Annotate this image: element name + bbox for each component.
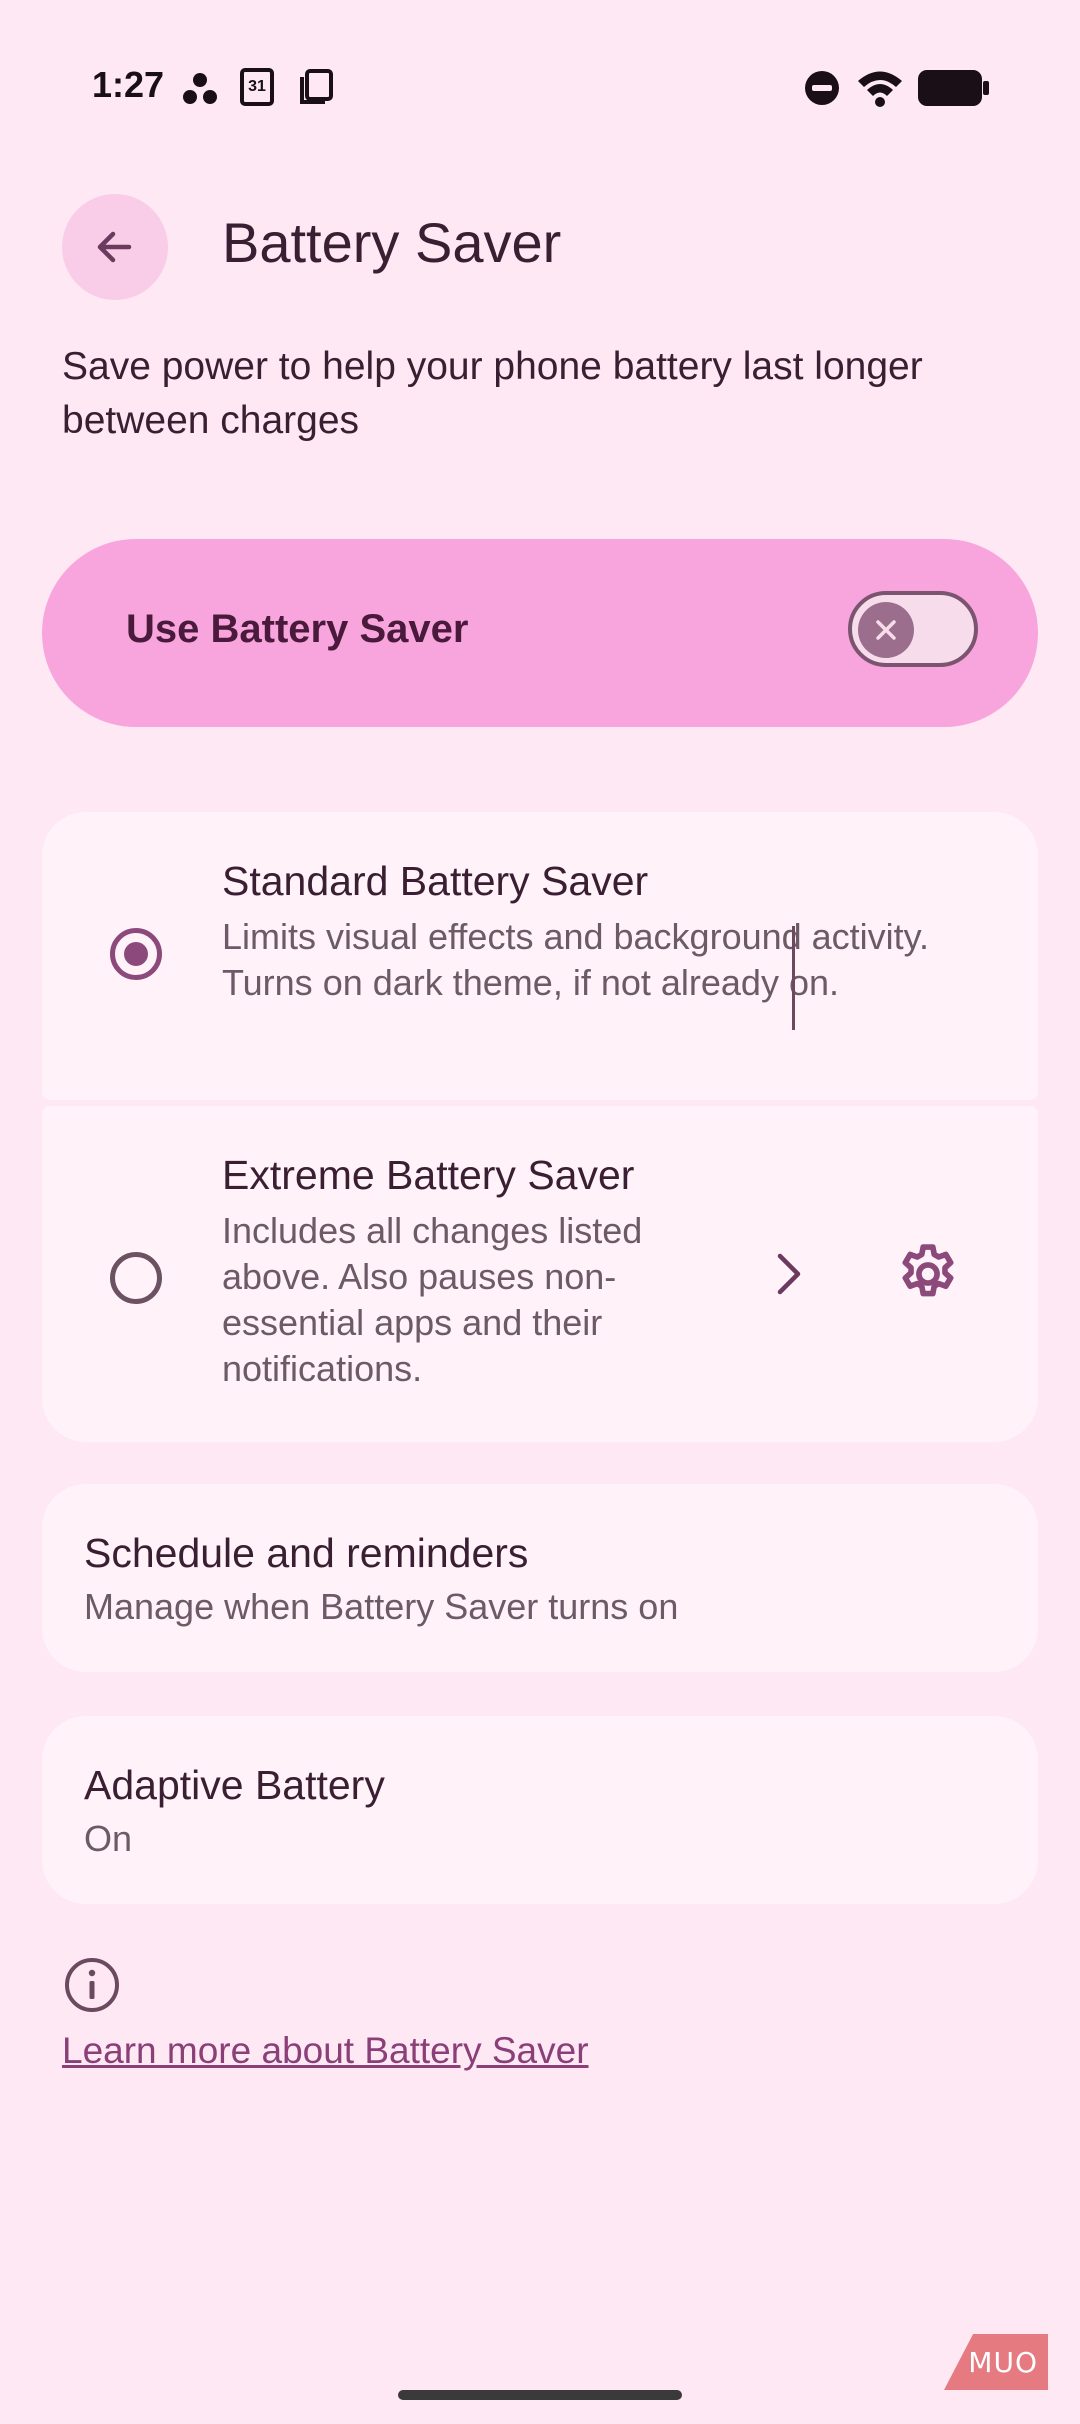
page-description: Save power to help your phone battery la…	[62, 345, 923, 442]
arrow-back-icon	[97, 231, 132, 263]
standard-battery-saver-option[interactable]: Standard Battery Saver Limits visual eff…	[42, 812, 1038, 1100]
schedule-subtitle: Manage when Battery Saver turns on	[84, 1586, 679, 1627]
battery-icon	[918, 70, 989, 106]
copy-icon	[300, 69, 333, 104]
extreme-title: Extreme Battery Saver	[222, 1152, 635, 1198]
use-battery-saver-toggle[interactable]: Use Battery Saver	[42, 539, 1038, 727]
close-icon	[876, 620, 896, 640]
extreme-radio-button[interactable]	[110, 1252, 162, 1304]
action-divider	[792, 926, 795, 1030]
learn-more-link[interactable]: Learn more about Battery Saver	[62, 2030, 589, 2072]
navigation-handle[interactable]	[398, 2390, 682, 2400]
do-not-disturb-icon	[805, 71, 839, 105]
standard-radio-button[interactable]	[110, 928, 162, 980]
extreme-description: Includes all changes listed above. Also …	[222, 1210, 643, 1389]
radio-selected-dot	[124, 942, 148, 966]
status-time: 1:27	[92, 64, 165, 105]
back-button[interactable]	[62, 194, 168, 300]
calendar-day: 31	[248, 78, 266, 95]
chevron-right-icon[interactable]	[768, 1246, 808, 1302]
use-battery-saver-label: Use Battery Saver	[126, 607, 469, 651]
gear-icon[interactable]	[894, 1240, 962, 1308]
adaptive-battery-item[interactable]: Adaptive Battery On	[42, 1716, 1038, 1904]
adaptive-title: Adaptive Battery	[84, 1762, 385, 1808]
adaptive-subtitle: On	[84, 1818, 133, 1859]
schedule-and-reminders-item[interactable]: Schedule and reminders Manage when Batte…	[42, 1484, 1038, 1672]
status-bar: 1:27 31	[0, 0, 1080, 176]
extreme-battery-saver-option[interactable]: Extreme Battery Saver Includes all chang…	[42, 1106, 1038, 1442]
battery-saver-modes: Standard Battery Saver Limits visual eff…	[42, 812, 1038, 1442]
info-icon	[65, 1958, 119, 2012]
apps-dots-icon	[183, 73, 217, 104]
schedule-title: Schedule and reminders	[84, 1530, 529, 1576]
switch-thumb	[858, 602, 914, 658]
standard-title: Standard Battery Saver	[222, 858, 649, 904]
muo-watermark: MUO	[944, 2334, 1048, 2390]
standard-description: Limits visual effects and background act…	[222, 916, 930, 1003]
page-title: Battery Saver	[222, 211, 562, 274]
wifi-icon	[858, 71, 902, 107]
calendar-icon: 31	[240, 68, 274, 106]
battery-saver-switch[interactable]	[848, 591, 978, 667]
